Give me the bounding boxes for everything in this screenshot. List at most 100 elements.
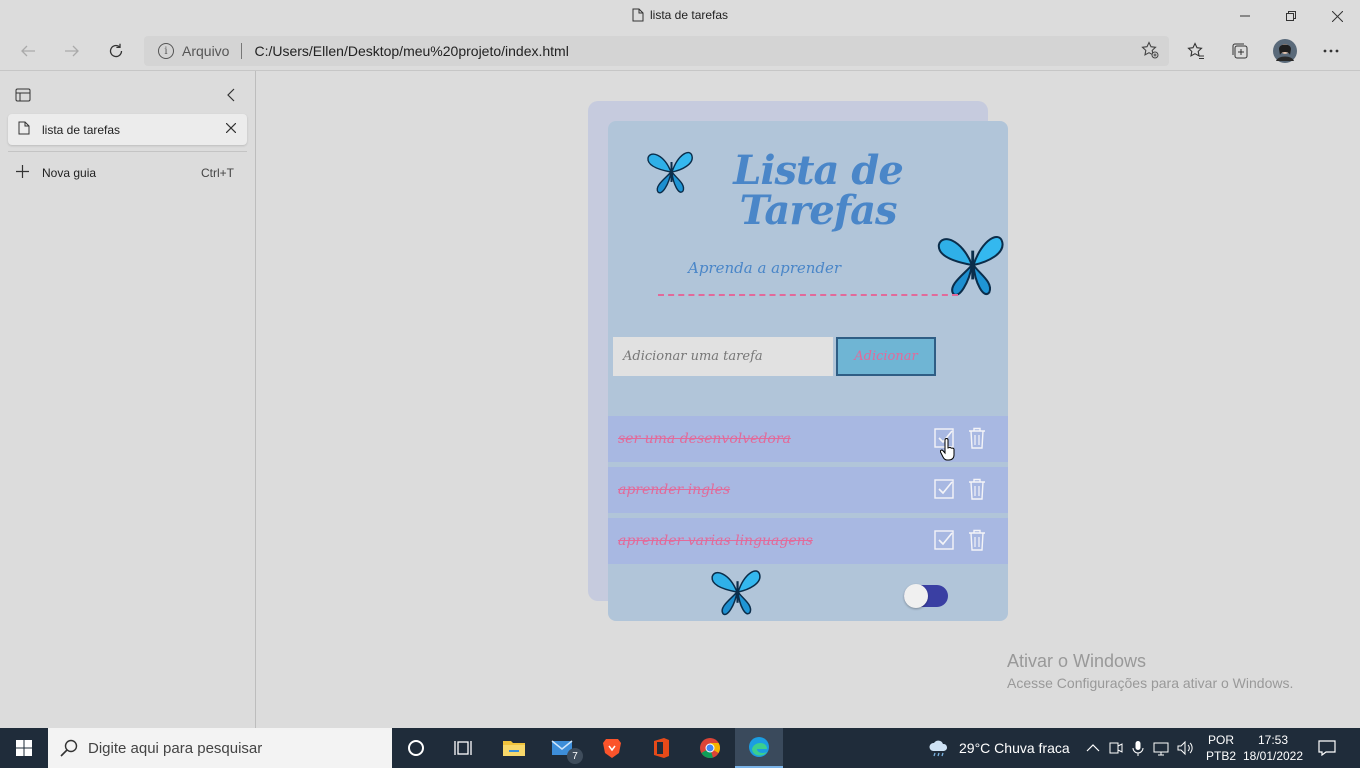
minimize-button[interactable] <box>1222 0 1268 32</box>
check-icon[interactable] <box>934 530 954 550</box>
clock[interactable]: 17:53 18/01/2022 <box>1242 728 1304 768</box>
brave-icon <box>603 739 621 758</box>
taskbar-search[interactable]: Digite aqui para pesquisar <box>48 728 392 768</box>
page-icon <box>632 8 644 22</box>
forward-button[interactable] <box>60 39 84 63</box>
butterfly-icon <box>647 151 693 194</box>
tab-label: lista de tarefas <box>42 122 121 137</box>
restore-icon <box>1286 11 1296 21</box>
trash-icon[interactable] <box>968 427 986 449</box>
microphone-icon[interactable] <box>1132 740 1144 756</box>
ellipsis-icon <box>1323 49 1339 53</box>
collections-icon <box>1232 43 1248 59</box>
sidebar-divider <box>8 151 247 152</box>
weather-widget[interactable]: 29°C Chuva fraca <box>928 728 1070 768</box>
notification-icon <box>1318 740 1336 756</box>
edge-button[interactable] <box>735 728 783 768</box>
task-text: aprender varias linguagens <box>618 533 813 549</box>
window-title-bar: lista de tarefas <box>0 0 1360 32</box>
favorites-button[interactable] <box>1184 39 1208 63</box>
file-explorer-button[interactable] <box>490 728 538 768</box>
input-language[interactable]: POR PTB2 <box>1206 728 1236 768</box>
trash-icon[interactable] <box>968 529 986 551</box>
start-button[interactable] <box>0 728 48 768</box>
restore-button[interactable] <box>1268 0 1314 32</box>
windows-activation-watermark: Ativar o Windows Acesse Configurações pa… <box>1007 651 1294 691</box>
chrome-icon <box>700 738 720 759</box>
page-viewport: Lista de Tarefas Aprenda a aprender Adic… <box>257 71 1360 728</box>
task-view-button[interactable] <box>440 728 488 768</box>
add-task-button[interactable]: Adicionar <box>836 337 936 376</box>
mail-button[interactable]: 7 <box>540 728 588 768</box>
meet-now-icon[interactable] <box>1109 740 1123 756</box>
chrome-button[interactable] <box>686 728 734 768</box>
avatar-icon <box>1273 39 1297 63</box>
task-input[interactable]: Adicionar uma tarefa <box>613 337 833 376</box>
favorites-icon <box>1187 42 1204 59</box>
new-tab-label: Nova guia <box>42 166 97 180</box>
tab-lista-de-tarefas[interactable]: lista de tarefas <box>8 114 247 145</box>
url-text[interactable]: C:/Users/Ellen/Desktop/meu%20projeto/ind… <box>254 43 568 59</box>
new-tab-button[interactable]: Nova guia Ctrl+T <box>8 159 247 187</box>
volume-icon[interactable] <box>1177 740 1195 756</box>
tab-actions-icon[interactable] <box>15 87 31 108</box>
close-icon <box>1331 10 1343 22</box>
folder-icon <box>503 741 525 756</box>
window-title: lista de tarefas <box>632 8 728 22</box>
task-item: aprender varias linguagens <box>608 518 1008 564</box>
cortana-icon <box>408 740 424 756</box>
refresh-button[interactable] <box>104 39 128 63</box>
network-icon[interactable] <box>1153 740 1169 756</box>
plus-icon <box>16 165 29 181</box>
check-icon[interactable] <box>934 479 954 499</box>
close-window-button[interactable] <box>1314 0 1360 32</box>
windows-logo-icon <box>16 740 32 756</box>
page-title: Lista de Tarefas <box>733 147 904 234</box>
clock-time: 17:53 <box>1257 733 1289 747</box>
close-tab-icon[interactable] <box>225 122 237 136</box>
address-bar[interactable]: i Arquivo C:/Users/Ellen/Desktop/meu%20p… <box>144 36 1169 66</box>
task-text: aprender ingles <box>618 482 731 498</box>
add-favorite-icon[interactable] <box>1141 41 1159 64</box>
more-options-button[interactable] <box>1319 39 1343 63</box>
theme-toggle[interactable] <box>904 584 948 608</box>
search-placeholder: Digite aqui para pesquisar <box>88 739 263 757</box>
brave-button[interactable] <box>588 728 636 768</box>
windows-taskbar: Digite aqui para pesquisar 7 29°C Chuva … <box>0 728 1360 768</box>
chevron-up-icon[interactable] <box>1086 743 1100 753</box>
task-view-icon <box>454 741 472 755</box>
cortana-button[interactable] <box>392 728 440 768</box>
new-tab-shortcut: Ctrl+T <box>201 166 234 180</box>
collections-button[interactable] <box>1228 39 1252 63</box>
trash-icon[interactable] <box>968 478 986 500</box>
profile-avatar[interactable] <box>1273 39 1297 63</box>
todo-card: Lista de Tarefas Aprenda a aprender Adic… <box>608 121 1008 621</box>
task-item: aprender ingles <box>608 467 1008 513</box>
butterfly-icon <box>711 570 761 616</box>
task-text: ser uma desenvolvedora <box>618 431 791 447</box>
edge-icon <box>749 737 769 757</box>
notifications-button[interactable] <box>1318 728 1336 768</box>
arrow-left-icon <box>21 45 35 57</box>
page-icon <box>18 121 30 138</box>
security-label: Arquivo <box>182 43 230 59</box>
weather-text: 29°C Chuva fraca <box>959 740 1070 756</box>
back-button[interactable] <box>16 39 40 63</box>
address-separator <box>241 43 243 59</box>
butterfly-icon <box>937 236 1004 296</box>
refresh-icon <box>109 43 123 58</box>
arrow-right-icon <box>65 45 79 57</box>
collapse-sidebar-icon[interactable] <box>225 87 237 108</box>
mail-badge: 7 <box>567 748 583 764</box>
search-icon <box>60 739 78 757</box>
office-button[interactable] <box>637 728 685 768</box>
dashed-divider <box>658 294 958 296</box>
vertical-tabs-sidebar: lista de tarefas Nova guia Ctrl+T <box>0 71 256 728</box>
browser-toolbar: i Arquivo C:/Users/Ellen/Desktop/meu%20p… <box>0 32 1360 70</box>
clock-date: 18/01/2022 <box>1242 749 1304 763</box>
page-subtitle: Aprenda a aprender <box>688 259 842 277</box>
toggle-knob <box>904 584 928 608</box>
info-icon[interactable]: i <box>158 43 174 59</box>
office-icon <box>654 738 669 758</box>
system-tray <box>1086 728 1195 768</box>
